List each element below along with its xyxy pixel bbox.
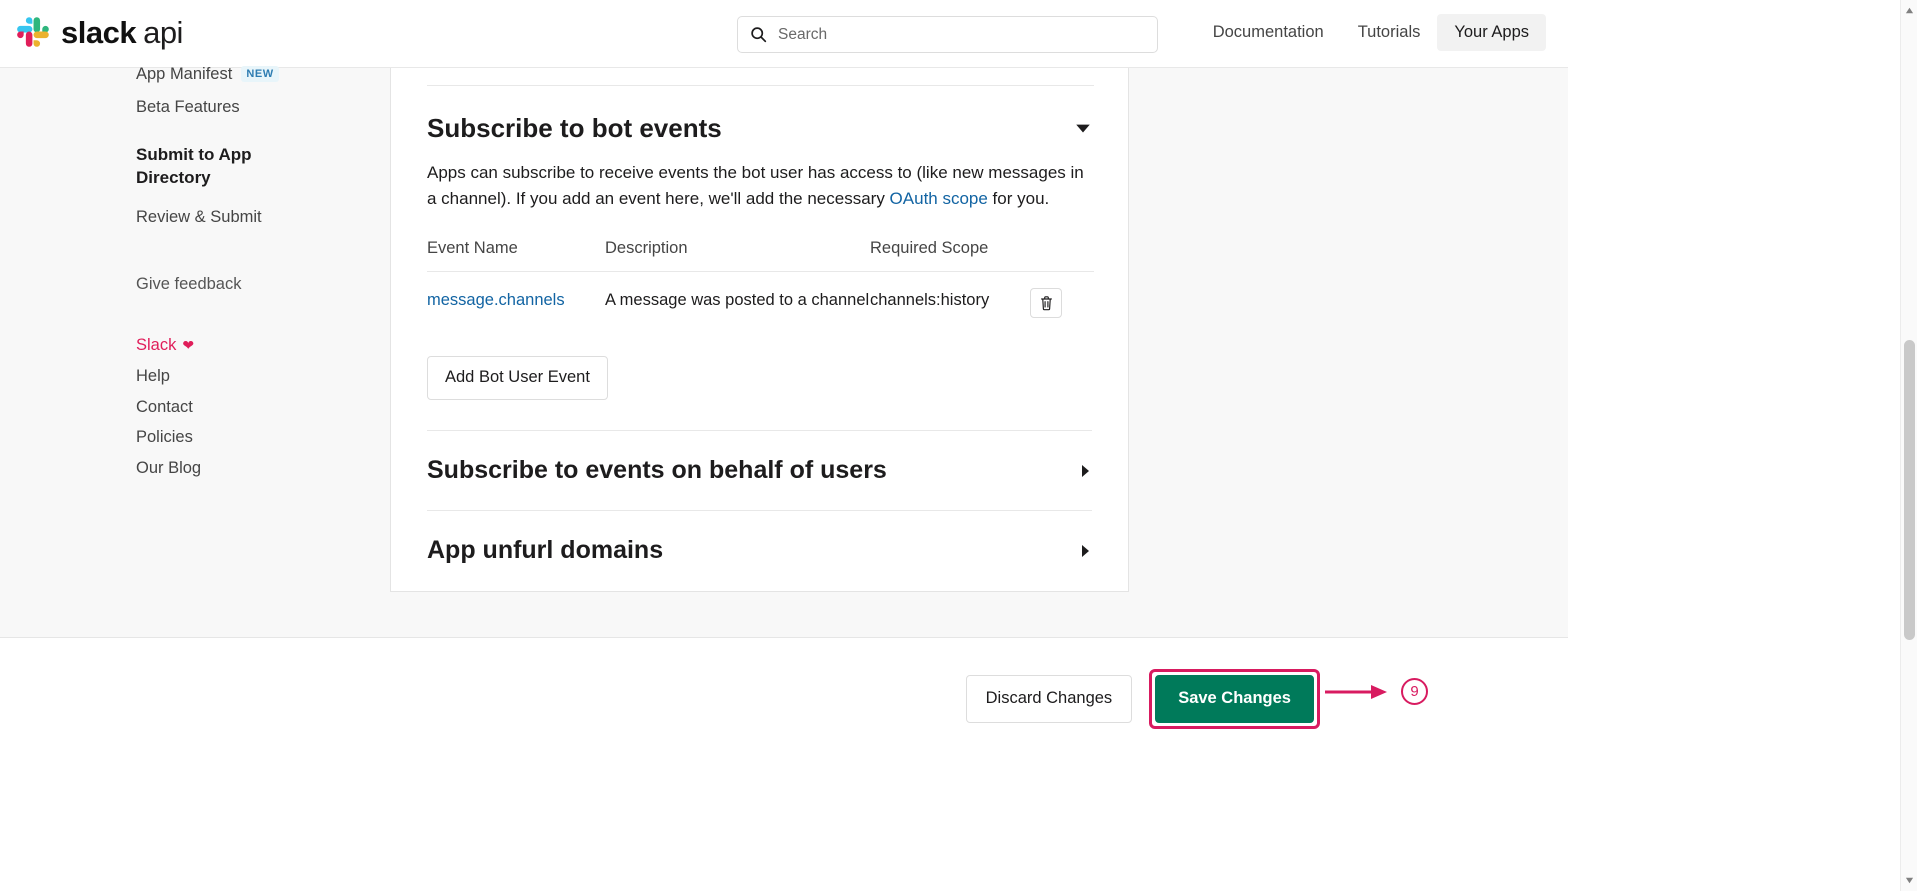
save-button-highlight: Save Changes [1149, 669, 1320, 729]
section-title-subscribe-bot-events: Subscribe to bot events [427, 113, 722, 143]
sidebar-item-slack[interactable]: Slack ❤ [136, 334, 390, 357]
description-text-part2: for you. [987, 189, 1050, 209]
bottom-action-bar: Discard Changes Save Changes [0, 637, 1568, 891]
slack-api-logo[interactable]: slack api [16, 14, 183, 50]
chevron-right-icon[interactable] [1078, 463, 1092, 479]
column-header-description: Description [605, 238, 688, 257]
browser-empty-area [1568, 0, 1917, 891]
header-nav: Documentation Tutorials Your Apps [1196, 14, 1546, 51]
section-subscribe-events-on-behalf-of-users[interactable]: Subscribe to events on behalf of users [427, 430, 1092, 510]
vertical-scrollbar-thumb[interactable] [1904, 340, 1915, 640]
sidebar-item-slack-label: Slack [136, 335, 177, 354]
subscribe-bot-events-header[interactable]: Subscribe to bot events [427, 86, 1092, 145]
logo-wordmark: slack api [61, 17, 183, 48]
chevron-down-icon[interactable] [1074, 119, 1092, 137]
sidebar-item-our-blog[interactable]: Our Blog [136, 457, 390, 480]
bot-events-table-body: message.channels A message was posted to… [427, 271, 1094, 336]
sidebar-item-review-and-submit[interactable]: Review & Submit [136, 206, 390, 229]
new-badge: NEW [241, 66, 279, 83]
sidebar-item-help[interactable]: Help [136, 365, 390, 388]
scroll-up-icon[interactable] [1905, 6, 1914, 15]
site-header: slack api Documentation Tutorials Your A… [0, 0, 1568, 68]
arrow-right-icon [1325, 684, 1387, 699]
browser-viewport: slack api Documentation Tutorials Your A… [0, 0, 1917, 891]
section-title-app-unfurl-domains: App unfurl domains [427, 536, 664, 565]
table-row: message.channels A message was posted to… [427, 271, 1094, 336]
search-input[interactable] [776, 24, 1145, 45]
cell-required-scope: channels:history [870, 290, 990, 309]
cell-event-name: message.channels [427, 271, 605, 336]
section-title-subscribe-events-users: Subscribe to events on behalf of users [427, 456, 887, 485]
save-changes-button[interactable]: Save Changes [1155, 675, 1314, 723]
annotation-overlay: 9 [1325, 678, 1428, 705]
section-app-unfurl-domains[interactable]: App unfurl domains [427, 510, 1092, 590]
search-box[interactable] [737, 16, 1158, 53]
vertical-scrollbar[interactable] [1900, 0, 1917, 891]
scroll-down-icon[interactable] [1905, 876, 1914, 885]
column-header-event-name: Event Name [427, 238, 518, 257]
add-bot-event-wrap: Add Bot User Event [427, 356, 1092, 430]
sidebar-item-give-feedback[interactable]: Give feedback [136, 273, 390, 296]
add-bot-user-event-button[interactable]: Add Bot User Event [427, 356, 608, 401]
sidebar-item-beta-features[interactable]: Beta Features [136, 96, 390, 119]
trash-icon [1040, 295, 1052, 310]
sidebar-heading-submit-to-app-directory: Submit to App Directory [136, 144, 252, 187]
cell-description: A message was posted to a channel [605, 290, 870, 309]
sidebar-item-policies[interactable]: Policies [136, 426, 390, 449]
page-content: slack api Documentation Tutorials Your A… [0, 0, 1568, 891]
logo-slack-text: slack [61, 14, 137, 50]
slack-logo-icon [17, 17, 49, 47]
oauth-scope-link[interactable]: OAuth scope [890, 189, 988, 208]
cell-delete-action [1030, 271, 1094, 336]
step-number-marker: 9 [1401, 678, 1428, 705]
discard-changes-button[interactable]: Discard Changes [965, 675, 1133, 723]
action-buttons: Discard Changes Save Changes [965, 669, 1320, 729]
column-header-required-scope: Required Scope [870, 238, 989, 257]
bot-events-table-head: Event Name Description Required Scope [427, 239, 1094, 272]
column-header-actions [1030, 239, 1094, 272]
bot-events-table: Event Name Description Required Scope me… [427, 239, 1094, 337]
nav-link-tutorials[interactable]: Tutorials [1341, 14, 1438, 51]
nav-link-documentation[interactable]: Documentation [1196, 14, 1341, 51]
nav-link-your-apps[interactable]: Your Apps [1437, 14, 1546, 51]
main-content-card: Subscribe to bot events Apps can subscri… [390, 68, 1129, 592]
section-description: Apps can subscribe to receive events the… [427, 160, 1089, 213]
chevron-right-icon[interactable] [1078, 543, 1092, 559]
heart-icon: ❤ [182, 337, 195, 354]
logo-api-text: api [143, 14, 183, 50]
search-icon [751, 27, 767, 43]
table-header-row: Event Name Description Required Scope [427, 239, 1094, 272]
event-name-link-message-channels[interactable]: message.channels [427, 291, 565, 309]
sidebar-item-contact[interactable]: Contact [136, 396, 390, 419]
sidebar-item-app-manifest[interactable]: App Manifest NEW [136, 63, 390, 86]
delete-event-button[interactable] [1030, 287, 1062, 318]
sidebar-item-app-manifest-label: App Manifest [136, 65, 233, 83]
